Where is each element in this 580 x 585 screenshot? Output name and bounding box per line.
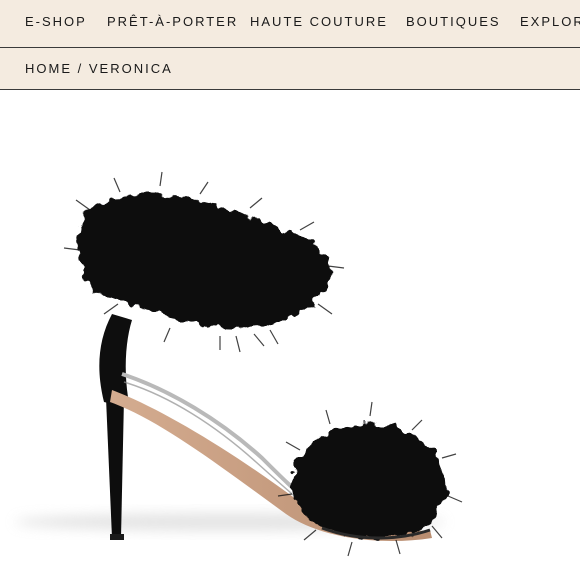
- ankle-feather-strap: [77, 195, 331, 328]
- toe-feather-pom: [292, 423, 446, 539]
- nav-item-explore[interactable]: EXPLORE: [520, 14, 580, 30]
- product-image-area: [0, 90, 580, 580]
- nav-item-haute-couture[interactable]: HAUTE COUTURE: [250, 14, 388, 30]
- breadcrumb-bar: HOME / VERONICA: [0, 48, 580, 90]
- nav-item-pret-a-porter[interactable]: PRÊT-À-PORTER: [107, 14, 238, 30]
- product-image[interactable]: [0, 90, 580, 580]
- nav-item-boutiques[interactable]: BOUTIQUES: [406, 14, 501, 30]
- breadcrumb: HOME / VERONICA: [25, 61, 173, 77]
- nav-item-e-shop[interactable]: E-SHOP: [25, 14, 87, 30]
- top-navigation: E-SHOP PRÊT-À-PORTER HAUTE COUTURE BOUTI…: [0, 0, 580, 48]
- heel-tip: [110, 534, 124, 540]
- breadcrumb-home-link[interactable]: HOME: [25, 61, 72, 76]
- breadcrumb-current: VERONICA: [88, 61, 173, 76]
- silver-trim: [121, 372, 314, 506]
- breadcrumb-separator: /: [77, 61, 89, 76]
